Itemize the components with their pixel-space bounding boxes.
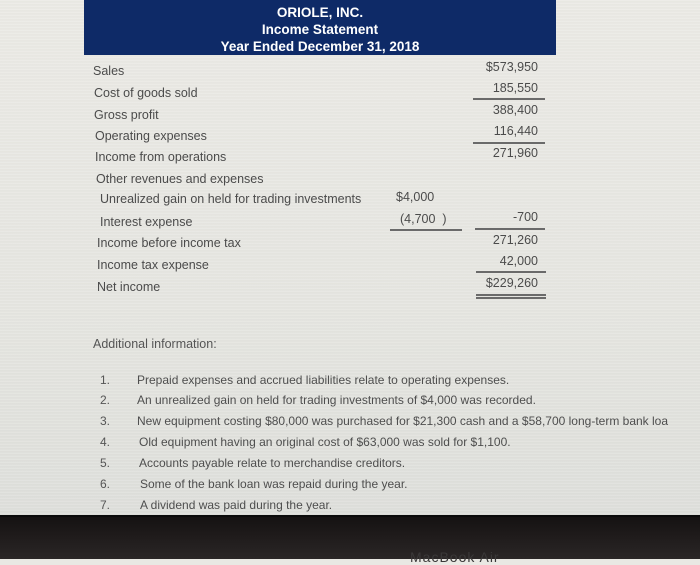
- note-number: 5.: [100, 456, 111, 470]
- row-label-unrealized-gain: Unrealized gain on held for trading inve…: [100, 192, 362, 206]
- amount-interest-expense: (4,700 ): [400, 212, 447, 226]
- row-label-operating-expenses: Operating expenses: [95, 129, 207, 143]
- operations-rule: [473, 142, 545, 144]
- net-income-double-rule-top: [476, 294, 546, 296]
- row-label-other-revenues: Other revenues and expenses: [96, 172, 264, 186]
- other-net-rule: [475, 228, 545, 230]
- row-label-net-income: Net income: [97, 280, 161, 294]
- amount-cogs: 185,550: [492, 81, 538, 95]
- note-number: 2.: [100, 393, 111, 407]
- note-number: 4.: [100, 435, 111, 449]
- note-number: 6.: [100, 477, 111, 491]
- statement-title: Income Statement: [261, 22, 379, 37]
- row-label-cogs: Cost of goods sold: [94, 86, 198, 100]
- note-text: Prepaid expenses and accrued liabilities…: [137, 373, 510, 387]
- amount-net-income: $229,260: [485, 276, 538, 290]
- amount-operating-expenses: 116,440: [493, 124, 538, 138]
- note-number: 7.: [100, 498, 111, 512]
- screen: ORIOLE, INC. Income Statement Year Ended…: [0, 0, 700, 517]
- laptop-bezel: MacBook Air: [0, 515, 700, 565]
- inner-subtotal-rule: [390, 229, 462, 231]
- note-text: A dividend was paid during the year.: [140, 498, 333, 512]
- bezel-brand-label: MacBook Air: [410, 549, 500, 565]
- note-text: An unrealized gain on held for trading i…: [137, 393, 536, 407]
- amount-income-from-operations: 271,960: [492, 146, 538, 160]
- note-text: Accounts payable relate to merchandise c…: [139, 456, 406, 470]
- amount-sales: $573,950: [485, 60, 538, 74]
- statement-period: Year Ended December 31, 2018: [220, 39, 420, 54]
- row-label-sales: Sales: [93, 64, 125, 78]
- additional-info-title: Additional information:: [93, 337, 217, 351]
- company-name: ORIOLE, INC.: [276, 5, 364, 20]
- note-number: 1.: [100, 373, 111, 387]
- note-number: 3.: [100, 414, 111, 428]
- net-income-rule: [476, 271, 546, 273]
- net-income-double-rule-bottom: [476, 297, 546, 299]
- row-label-income-before-tax: Income before income tax: [97, 236, 241, 250]
- amount-income-tax-expense: 42,000: [499, 254, 538, 268]
- note-text: Some of the bank loan was repaid during …: [140, 477, 408, 491]
- row-label-income-from-operations: Income from operations: [95, 150, 227, 164]
- statement-header: ORIOLE, INC. Income Statement Year Ended…: [84, 0, 556, 55]
- amount-gross-profit: 388,400: [492, 103, 538, 117]
- note-text: New equipment costing $80,000 was purcha…: [137, 414, 669, 428]
- gross-profit-rule: [473, 98, 545, 100]
- row-label-gross-profit: Gross profit: [94, 108, 159, 122]
- row-label-income-tax-expense: Income tax expense: [97, 258, 209, 272]
- amount-other-net: -700: [512, 210, 538, 224]
- row-label-interest-expense: Interest expense: [100, 215, 193, 229]
- note-text: Old equipment having an original cost of…: [139, 435, 511, 449]
- amount-income-before-tax: 271,260: [492, 233, 538, 247]
- amount-unrealized-gain: $4,000: [396, 190, 435, 204]
